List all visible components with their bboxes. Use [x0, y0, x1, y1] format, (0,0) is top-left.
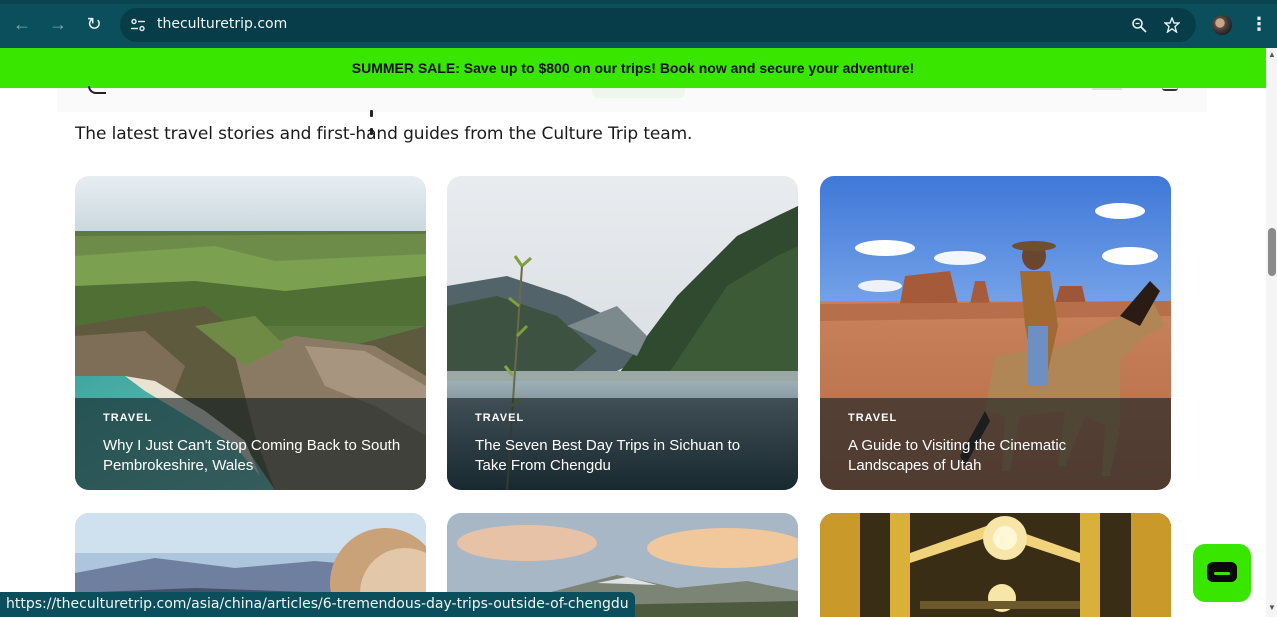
scroll-down-icon[interactable]: ▼: [1267, 604, 1277, 612]
tab-strip: [0, 0, 1277, 4]
header-pill: [592, 88, 685, 98]
address-bar[interactable]: theculturetrip.com: [120, 8, 1196, 42]
site-info-icon[interactable]: [130, 17, 146, 33]
browser-toolbar: ← → ↻ theculturetrip.com ⋮: [0, 0, 1277, 48]
status-url: https://theculturetrip.com/asia/china/ar…: [0, 592, 635, 617]
chat-button[interactable]: [1193, 544, 1251, 602]
article-card[interactable]: TRAVEL Why I Just Can't Stop Coming Back…: [75, 176, 426, 490]
heading-fragment: [370, 104, 386, 135]
promo-banner[interactable]: SUMMER SALE: Save up to $800 on our trip…: [0, 48, 1266, 88]
scroll-up-icon[interactable]: ▲: [1267, 51, 1277, 59]
url-text[interactable]: theculturetrip.com: [157, 16, 287, 32]
article-card[interactable]: TRAVEL A Guide to Visiting the Cinematic…: [820, 176, 1171, 490]
page-subtitle: The latest travel stories and first-hand…: [75, 124, 693, 144]
article-title[interactable]: Why I Just Can't Stop Coming Back to Sou…: [103, 436, 403, 476]
article-card[interactable]: [820, 513, 1171, 617]
profile-avatar[interactable]: [1212, 15, 1232, 35]
scrollbar-track[interactable]: [1266, 48, 1277, 617]
article-title[interactable]: A Guide to Visiting the Cinematic Landsc…: [848, 436, 1148, 476]
category-tag[interactable]: TRAVEL: [848, 412, 897, 424]
forward-icon[interactable]: →: [46, 12, 70, 36]
article-image: [820, 513, 1171, 617]
article-card[interactable]: TRAVEL The Seven Best Day Trips in Sichu…: [447, 176, 798, 490]
scrollbar-thumb[interactable]: [1268, 228, 1276, 276]
back-icon[interactable]: ←: [10, 12, 34, 36]
category-tag[interactable]: TRAVEL: [103, 412, 152, 424]
header-icon-fragment: [1162, 88, 1178, 91]
zoom-icon[interactable]: [1131, 17, 1147, 33]
menu-kebab-icon[interactable]: ⋮: [1250, 13, 1268, 35]
header-divider: [1092, 88, 1122, 90]
reload-icon[interactable]: ↻: [82, 12, 106, 36]
article-title[interactable]: The Seven Best Day Trips in Sichuan to T…: [475, 436, 775, 476]
promo-text: SUMMER SALE: Save up to $800 on our trip…: [351, 60, 915, 76]
chat-bubble-icon: [1207, 562, 1237, 582]
bookmark-star-icon[interactable]: [1164, 17, 1180, 33]
category-tag[interactable]: TRAVEL: [475, 412, 524, 424]
